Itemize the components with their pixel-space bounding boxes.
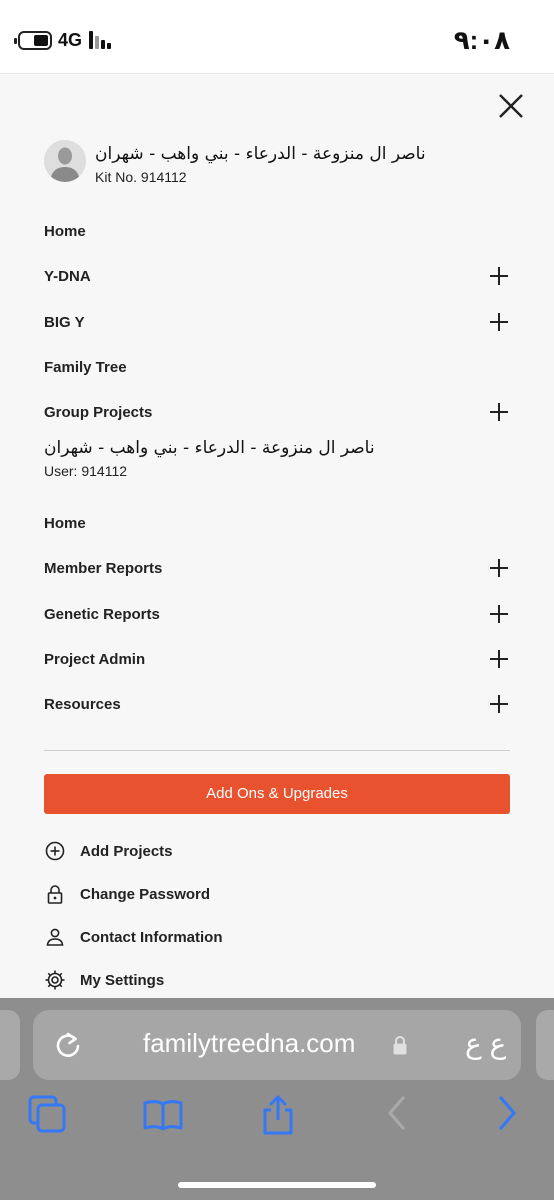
project-nav-genetic-reports[interactable]: Genetic Reports <box>44 599 510 631</box>
person-icon <box>46 928 64 946</box>
add-projects-link[interactable]: Add Projects <box>44 837 344 867</box>
project-nav-resources[interactable]: Resources <box>44 689 510 721</box>
battery-icon <box>14 31 52 50</box>
chevron-right-icon <box>499 1096 516 1130</box>
back-button[interactable] <box>376 1094 418 1136</box>
nav-item-label: Resources <box>44 696 121 713</box>
expand-plus-icon[interactable] <box>490 650 508 668</box>
book-icon <box>143 1100 183 1131</box>
expand-plus-icon[interactable] <box>490 605 508 623</box>
project-nav-project-admin[interactable]: Project Admin <box>44 644 510 676</box>
kit-owner-name: ناصر ال منزوعة - الدرعاء - بني واهب - شه… <box>95 144 426 164</box>
expand-plus-icon[interactable] <box>490 403 508 421</box>
expand-plus-icon[interactable] <box>490 695 508 713</box>
user-id: User: 914112 <box>44 463 128 479</box>
nav-item-label: Project Admin <box>44 651 146 668</box>
nav-item-y-dna[interactable]: Y-DNA <box>44 261 510 293</box>
avatar <box>44 140 86 182</box>
chevron-left-icon <box>388 1096 405 1130</box>
nav-item-label: Genetic Reports <box>44 606 160 623</box>
lock-icon <box>47 885 63 904</box>
action-label: Add Projects <box>80 843 173 860</box>
add-ons-upgrades-button[interactable]: Add Ons & Upgrades <box>44 774 510 814</box>
nav-item-home[interactable]: Home <box>44 216 510 248</box>
project-nav-member-reports[interactable]: Member Reports <box>44 553 510 585</box>
nav-item-label: Member Reports <box>44 560 163 577</box>
plus-circle-icon <box>45 841 65 861</box>
gear-icon <box>45 970 65 990</box>
my-settings-link[interactable]: My Settings <box>44 966 344 996</box>
nav-item-label: Family Tree <box>44 359 127 376</box>
nav-item-group-projects[interactable]: Group Projects <box>44 397 510 429</box>
reload-icon[interactable] <box>53 1030 83 1060</box>
close-button[interactable] <box>496 91 526 121</box>
nav-item-family-tree[interactable]: Family Tree <box>44 352 510 384</box>
action-label: My Settings <box>80 972 165 989</box>
user-avatar-icon <box>44 140 86 182</box>
kit-number: Kit No. 914112 <box>95 169 187 185</box>
secure-lock-icon <box>393 1036 407 1055</box>
forward-button[interactable] <box>486 1094 528 1136</box>
expand-plus-icon[interactable] <box>490 313 508 331</box>
nav-item-label: BIG Y <box>44 314 85 331</box>
expand-plus-icon[interactable] <box>490 559 508 577</box>
clock: ٩:٠٨ <box>453 25 510 55</box>
tabs-button[interactable] <box>27 1094 69 1136</box>
share-icon <box>263 1095 293 1135</box>
bookmarks-button[interactable] <box>142 1094 184 1136</box>
text-size-button[interactable]: ع ع <box>465 1027 506 1060</box>
nav-item-label: Y-DNA <box>44 268 91 285</box>
home-indicator <box>178 1182 376 1188</box>
network-type: 4G <box>58 30 83 50</box>
navigation-menu: ناصر ال منزوعة - الدرعاء - بني واهب - شه… <box>0 74 554 998</box>
action-label: Change Password <box>80 886 211 903</box>
address-bar[interactable]: familytreedna.com ع ع <box>33 1010 521 1080</box>
user-name: ناصر ال منزوعة - الدرعاء - بني واهب - شه… <box>44 438 375 458</box>
browser-toolbar: familytreedna.com ع ع <box>0 998 554 1200</box>
signal-strength-icon <box>89 31 117 49</box>
next-tab-preview[interactable] <box>536 1010 554 1080</box>
tabs-icon <box>28 1095 66 1133</box>
project-nav-home[interactable]: Home <box>44 508 510 540</box>
share-button[interactable] <box>257 1094 299 1136</box>
action-label: Contact Information <box>80 929 223 946</box>
expand-plus-icon[interactable] <box>490 267 508 285</box>
close-icon <box>499 94 523 118</box>
nav-item-big-y[interactable]: BIG Y <box>44 307 510 339</box>
contact-information-link[interactable]: Contact Information <box>44 923 344 953</box>
nav-item-label: Home <box>44 515 86 532</box>
previous-tab-preview[interactable] <box>0 1010 20 1080</box>
status-bar: 4G ٩:٠٨ <box>0 0 554 74</box>
nav-item-label: Home <box>44 223 86 240</box>
url-text: familytreedna.com <box>143 1028 356 1058</box>
divider <box>44 750 510 751</box>
nav-item-label: Group Projects <box>44 404 153 421</box>
change-password-link[interactable]: Change Password <box>44 880 344 910</box>
